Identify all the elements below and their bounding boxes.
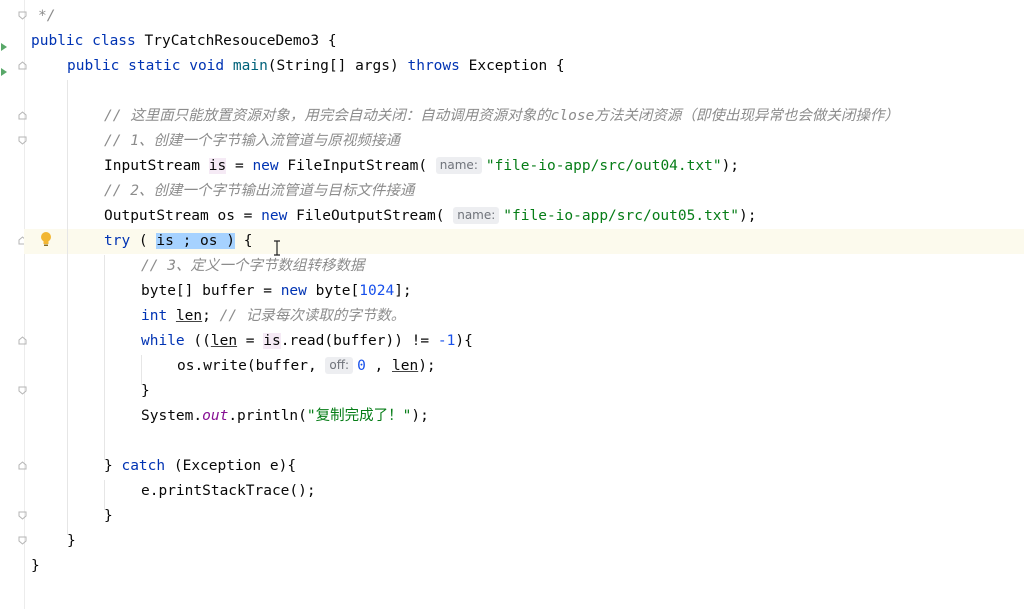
code-text: .println( bbox=[228, 408, 307, 424]
string-literal: "file-io-app/src/out05.txt" bbox=[503, 208, 739, 224]
punctuation: ); bbox=[739, 208, 757, 224]
punctuation: ]; bbox=[394, 283, 412, 299]
constructor: FileInputStream( bbox=[278, 158, 428, 174]
code-text: (Exception e){ bbox=[165, 458, 297, 474]
run-arrow-icon[interactable] bbox=[0, 37, 8, 51]
editor-gutter[interactable] bbox=[0, 0, 27, 609]
code-line: */ bbox=[38, 4, 1024, 29]
string-literal: "file-io-app/src/out04.txt" bbox=[485, 158, 722, 174]
code-line: // 这里面只能放置资源对象，用完会自动关闭：自动调用资源对象的close方法关… bbox=[104, 104, 1024, 129]
punctuation: ); bbox=[411, 408, 429, 424]
code-line: } bbox=[141, 379, 1024, 404]
constructor: FileOutputStream( bbox=[287, 208, 445, 224]
code-line: public class TryCatchResouceDemo3 { bbox=[31, 29, 1024, 54]
code-text: os.write(buffer, bbox=[177, 358, 326, 374]
code-line: os.write(buffer, off: 0 , len); bbox=[177, 354, 1024, 379]
comment: // 这里面只能放置资源对象，用完会自动关闭：自动调用资源对象的close方法关… bbox=[104, 108, 899, 124]
exception-type: Exception { bbox=[468, 58, 565, 74]
comment-end: */ bbox=[38, 8, 56, 24]
keyword: try bbox=[104, 233, 131, 249]
code-line: } bbox=[31, 554, 1024, 579]
punctuation: } bbox=[31, 558, 40, 574]
code-line: public static void main(String[] args) t… bbox=[67, 54, 1024, 79]
code-text: byte[ bbox=[306, 283, 360, 299]
code-line: System.out.println("复制完成了！"); bbox=[141, 404, 1024, 429]
punctuation: , bbox=[365, 358, 392, 374]
variable: is bbox=[263, 333, 281, 349]
code-line: byte[] buffer = new byte[1024]; bbox=[141, 279, 1024, 304]
type-name: OutputStream os = bbox=[104, 208, 262, 224]
code-text: System. bbox=[141, 408, 203, 424]
punctuation: = bbox=[237, 333, 264, 349]
code-line: } catch (Exception e){ bbox=[104, 454, 1024, 479]
punctuation: } bbox=[104, 508, 113, 524]
punctuation: { bbox=[319, 33, 337, 49]
keyword: catch bbox=[121, 458, 166, 474]
run-arrow-icon[interactable] bbox=[0, 62, 8, 76]
static-field: out bbox=[202, 408, 229, 424]
comment: // 记录每次读取的字节数。 bbox=[219, 308, 406, 324]
keyword: int bbox=[141, 308, 168, 324]
number-literal: 0 bbox=[357, 358, 366, 374]
punctuation: ( bbox=[130, 233, 157, 249]
keyword: while bbox=[141, 333, 185, 349]
code-line: InputStream is = new FileInputStream( na… bbox=[104, 154, 1024, 179]
keyword: new bbox=[261, 208, 288, 224]
punctuation: ); bbox=[418, 358, 436, 374]
punctuation: = bbox=[226, 158, 253, 174]
comment: // 1、创建一个字节输入流管道与原视频接通 bbox=[104, 133, 400, 149]
variable: len bbox=[175, 308, 203, 324]
code-line-current: try ( is ; os ) { bbox=[104, 229, 1024, 254]
text-cursor-icon bbox=[273, 240, 281, 256]
punctuation: ); bbox=[721, 158, 740, 174]
code-line: while ((len = is.read(buffer)) != -1){ bbox=[141, 329, 1024, 354]
parameter-hint: name: bbox=[453, 207, 500, 224]
code-line: int len; // 记录每次读取的字节数。 bbox=[141, 304, 1024, 329]
class-name: TryCatchResouceDemo3 bbox=[144, 33, 320, 49]
keyword: new bbox=[252, 158, 279, 174]
code-text: .read(buffer)) != bbox=[280, 333, 438, 349]
punctuation: ; bbox=[202, 308, 220, 324]
comment: // 3、定义一个字节数组转移数据 bbox=[141, 258, 365, 274]
code-line: // 2、创建一个字节输出流管道与目标文件接通 bbox=[104, 179, 1024, 204]
code-line: e.printStackTrace(); bbox=[141, 479, 1024, 504]
punctuation: ){ bbox=[455, 333, 473, 349]
variable: len bbox=[210, 333, 238, 349]
keyword: public static void bbox=[67, 58, 225, 74]
method-args: (String[] args) bbox=[267, 58, 399, 74]
code-text: byte[] buffer = bbox=[141, 283, 281, 299]
type-name: InputStream bbox=[104, 158, 209, 174]
punctuation: } bbox=[104, 458, 122, 474]
number-literal: -1 bbox=[437, 333, 456, 349]
text-selection[interactable]: is ; os ) bbox=[156, 233, 235, 249]
punctuation: } bbox=[67, 533, 76, 549]
parameter-hint: name: bbox=[435, 157, 482, 174]
code-line: } bbox=[67, 529, 1024, 554]
code-line: } bbox=[104, 504, 1024, 529]
code-line: OutputStream os = new FileOutputStream( … bbox=[104, 204, 1024, 229]
variable: len bbox=[392, 358, 419, 374]
punctuation: } bbox=[141, 383, 150, 399]
code-line: // 3、定义一个字节数组转移数据 bbox=[141, 254, 1024, 279]
punctuation: (( bbox=[184, 333, 211, 349]
code-editor[interactable]: */ public class TryCatchResouceDemo3 { p… bbox=[0, 0, 1024, 609]
comment: // 2、创建一个字节输出流管道与目标文件接通 bbox=[104, 183, 415, 199]
keyword: public class bbox=[31, 33, 136, 49]
string-literal: "复制完成了！" bbox=[306, 408, 412, 424]
number-literal: 1024 bbox=[359, 283, 395, 299]
keyword: new bbox=[280, 283, 307, 299]
code-content[interactable]: */ public class TryCatchResouceDemo3 { p… bbox=[24, 0, 1024, 609]
punctuation: { bbox=[234, 233, 253, 249]
code-text: e.printStackTrace(); bbox=[141, 483, 316, 499]
variable: is bbox=[208, 158, 227, 174]
keyword: throws bbox=[407, 58, 460, 74]
method-name: main bbox=[232, 58, 268, 74]
code-line: // 1、创建一个字节输入流管道与原视频接通 bbox=[104, 129, 1024, 154]
parameter-hint: off: bbox=[325, 357, 354, 374]
